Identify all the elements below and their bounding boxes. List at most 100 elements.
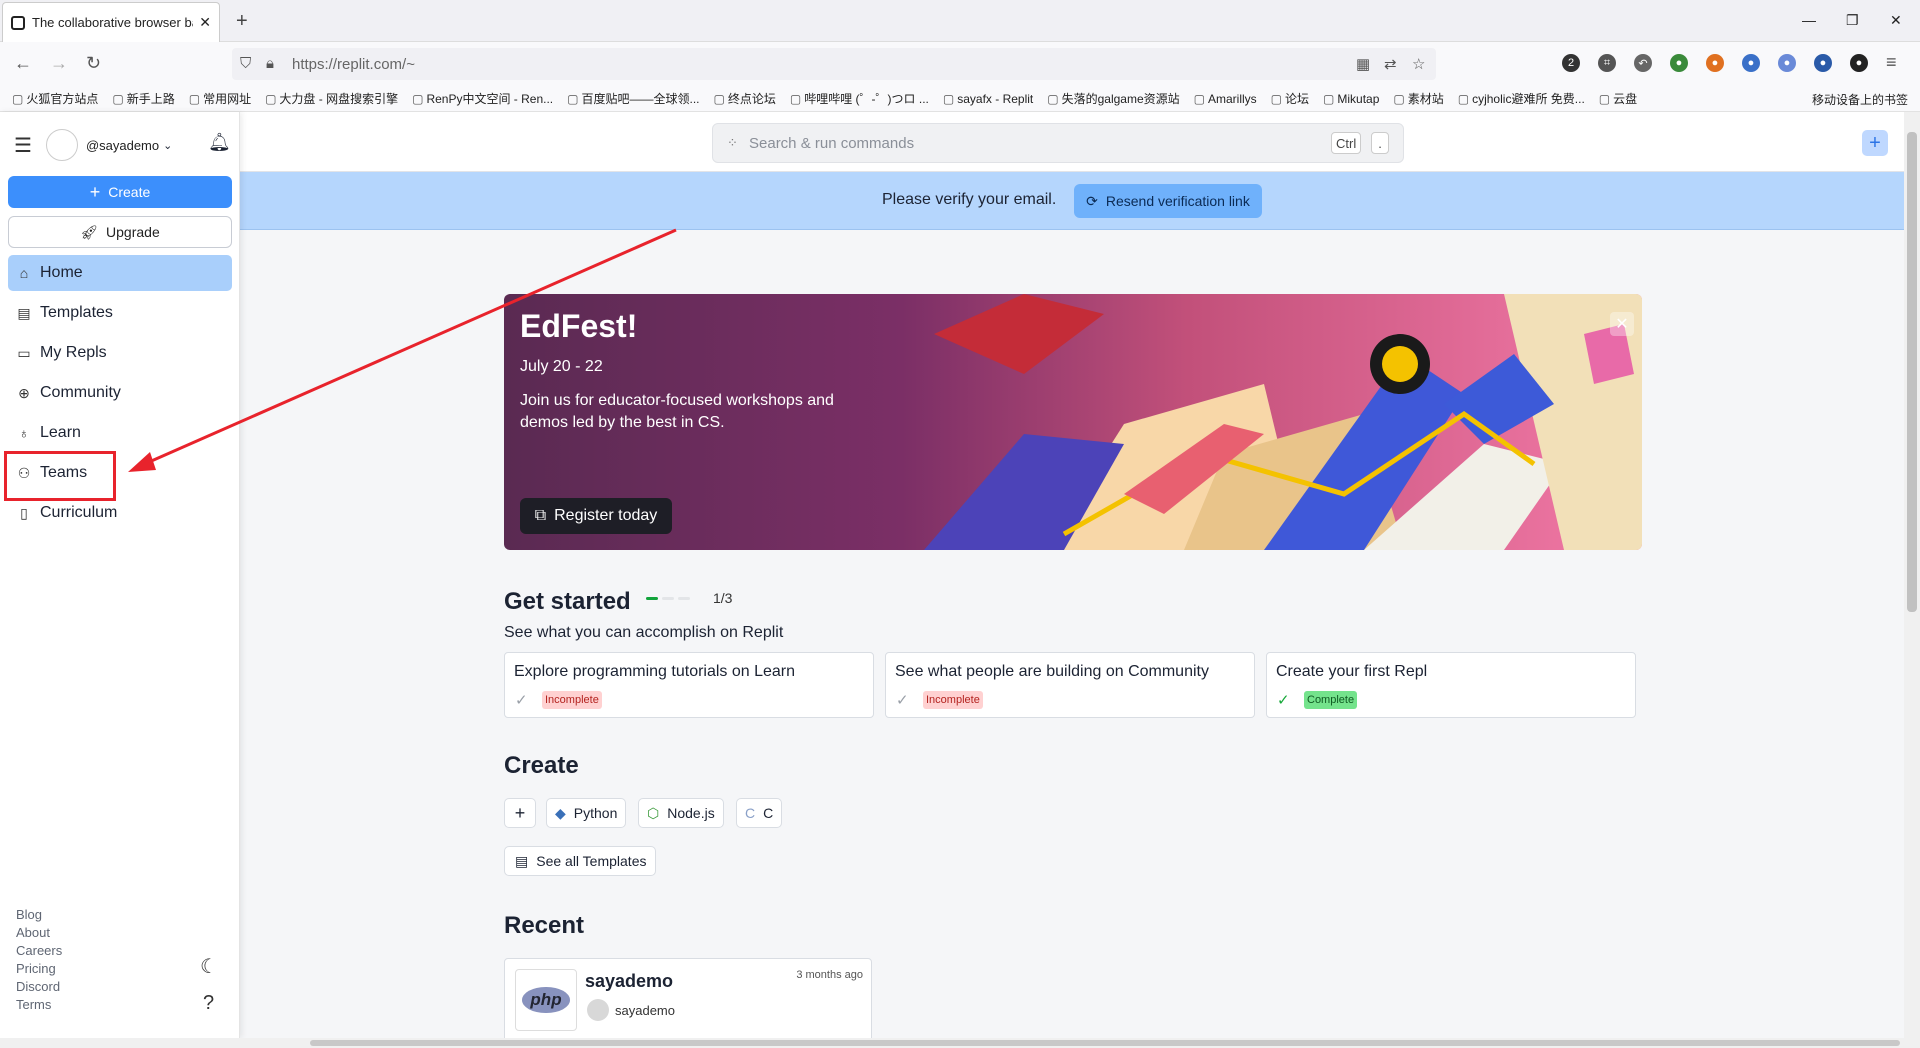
footer-link-about[interactable]: About	[16, 924, 62, 942]
task-card-learn[interactable]: Explore programming tutorials on Learn ✓…	[504, 652, 874, 718]
book-icon: ▯	[20, 504, 28, 521]
see-all-templates-button[interactable]: ▤ See all Templates	[504, 846, 656, 876]
extension-badge-icon[interactable]: 2	[1562, 54, 1580, 72]
scrollbar-thumb[interactable]	[1907, 132, 1917, 612]
extension-icon[interactable]: ●	[1706, 54, 1724, 72]
bookmark-icon: ▢	[265, 91, 277, 106]
edfest-banner[interactable]: EdFest! July 20 - 22 Join us for educato…	[504, 294, 1642, 550]
upgrade-label: Upgrade	[106, 224, 160, 240]
vertical-scrollbar[interactable]	[1904, 112, 1920, 1038]
lock-icon[interactable]: 🔒︎	[266, 55, 274, 72]
new-tab-icon[interactable]: +	[236, 10, 248, 33]
bookmark-item[interactable]: ▢ RenPy中文空间 - Ren...	[412, 90, 553, 107]
bookmark-item[interactable]: ▢ 百度贴吧——全球领...	[567, 90, 699, 107]
bell-icon[interactable]: 🔔︎	[208, 132, 231, 153]
shield-icon[interactable]: ⛉	[240, 55, 251, 72]
search-input[interactable]: ⁘ Search & run commands Ctrl .	[712, 123, 1404, 163]
bookmark-item[interactable]: ▢ 素材站	[1393, 90, 1443, 107]
bookmark-item[interactable]: ▢ 常用网址	[189, 90, 251, 107]
bookmark-item[interactable]: ▢ 云盘	[1599, 90, 1637, 107]
globe-icon: ⊕	[18, 384, 30, 401]
sidebar-item-label: Learn	[40, 424, 81, 441]
bookmark-label: Mikutap	[1337, 91, 1380, 106]
footer-link-pricing[interactable]: Pricing	[16, 960, 62, 978]
sidebar-item-templates[interactable]: ▤ Templates	[8, 295, 232, 331]
bookmark-label: 论坛	[1285, 92, 1310, 106]
kbd-dot: .	[1371, 132, 1389, 154]
sidebar-item-home[interactable]: ⌂ Home	[8, 255, 232, 291]
menu-icon[interactable]: ≡	[1886, 52, 1897, 73]
bookmark-icon: ▢	[1457, 91, 1470, 106]
bookmark-item[interactable]: ▢ 火狐官方站点	[12, 90, 98, 107]
hamburger-menu-icon[interactable]: ☰	[14, 133, 32, 158]
horizontal-scrollbar[interactable]	[0, 1038, 1920, 1048]
top-bar: ⁘ Search & run commands Ctrl . +	[240, 112, 1904, 172]
upgrade-button[interactable]: 🚀︎ Upgrade	[8, 216, 232, 248]
browser-tab[interactable]: The collaborative browser ba ✕	[2, 2, 220, 42]
home-icon: ⌂	[19, 265, 29, 281]
sidebar-item-label: Curriculum	[40, 504, 118, 521]
repl-time: 3 months ago	[796, 969, 863, 981]
back-icon[interactable]: ←	[14, 53, 32, 74]
plus-icon: +	[89, 181, 101, 202]
extension-icon[interactable]: ●	[1742, 54, 1760, 72]
new-repl-button[interactable]: +	[1862, 130, 1888, 156]
footer-link-blog[interactable]: Blog	[16, 906, 62, 924]
create-blank-button[interactable]: +	[504, 798, 536, 828]
bookmark-icon: ▢	[942, 91, 955, 106]
footer-link-careers[interactable]: Careers	[16, 942, 62, 960]
bookmark-item[interactable]: ▢ 哔哩哔哩 (゜-゜)つロ ...	[790, 90, 929, 107]
translate-icon[interactable]: ⇄	[1384, 55, 1397, 73]
bookmark-label: 哔哩哔哩 (゜-゜)つロ ...	[804, 92, 929, 106]
bookmark-item[interactable]: ▢ sayafx - Replit	[943, 92, 1033, 106]
bookmark-item[interactable]: ▢ Amarillys	[1194, 92, 1257, 106]
php-logo-text: php	[522, 987, 570, 1013]
reload-icon[interactable]: ↻	[86, 53, 101, 74]
close-window-icon[interactable]: ✕	[1890, 12, 1902, 29]
qr-icon[interactable]: ▦	[1356, 55, 1370, 73]
star-icon[interactable]: ☆	[1412, 55, 1425, 73]
bookmark-item[interactable]: ▢ 大力盘 - 网盘搜索引擎	[265, 90, 398, 107]
username[interactable]: @sayademo	[86, 138, 159, 153]
minimize-icon[interactable]: —	[1802, 12, 1816, 28]
footer-link-terms[interactable]: Terms	[16, 996, 62, 1014]
register-button[interactable]: ⧉ Register today	[520, 498, 672, 534]
create-button[interactable]: + Create	[8, 176, 232, 208]
bookmark-item[interactable]: ▢ 终点论坛	[714, 90, 776, 107]
undo-icon[interactable]: ↶	[1634, 54, 1652, 72]
help-icon[interactable]: ?	[203, 992, 214, 1015]
close-tab-icon[interactable]: ✕	[199, 14, 211, 31]
footer-link-discord[interactable]: Discord	[16, 978, 62, 996]
sidebar-item-community[interactable]: ⊕ Community	[8, 375, 232, 411]
bookmark-item[interactable]: ▢ 失落的galgame资源站	[1047, 90, 1179, 107]
mobile-bookmarks[interactable]: 移动设备上的书签	[1812, 91, 1908, 108]
c-template-chip[interactable]: CC	[736, 798, 783, 828]
extension-icon[interactable]: ●	[1778, 54, 1796, 72]
moon-icon[interactable]: ☾	[200, 954, 218, 979]
extension-icon[interactable]: ●	[1670, 54, 1688, 72]
close-banner-icon[interactable]: ✕	[1610, 312, 1634, 336]
nodejs-template-chip[interactable]: ⬡ Node.js	[638, 798, 724, 828]
sidebar-item-my-repls[interactable]: ▭ My Repls	[8, 335, 232, 371]
task-card-first-repl[interactable]: Create your first Repl ✓ Complete	[1266, 652, 1636, 718]
sidebar-item-label: My Repls	[40, 344, 107, 361]
crop-icon[interactable]: ⌗	[1598, 54, 1616, 72]
bookmark-icon: ▢	[1598, 91, 1611, 106]
task-card-community[interactable]: See what people are building on Communit…	[885, 652, 1255, 718]
forward-icon[interactable]: →	[50, 53, 68, 74]
scrollbar-thumb[interactable]	[310, 1040, 1900, 1046]
translate-extension-icon[interactable]: ●	[1814, 54, 1832, 72]
python-template-chip[interactable]: ◆ Python	[546, 798, 627, 828]
bookmark-item[interactable]: ▢ Mikutap	[1323, 92, 1379, 106]
restore-icon[interactable]: ❐	[1846, 12, 1859, 29]
bookmark-item[interactable]: ▢ cyjholic避难所 免费...	[1458, 90, 1585, 107]
chevron-down-icon[interactable]: ⌄	[163, 139, 172, 152]
address-bar[interactable]: https://replit.com/~	[232, 48, 1436, 80]
sidebar-item-learn[interactable]: ♁ Learn	[8, 415, 232, 451]
bookmark-item[interactable]: ▢ 新手上路	[112, 90, 174, 107]
recent-repl-card[interactable]: php sayademo 3 months ago sayademo	[504, 958, 872, 1038]
avatar[interactable]	[45, 129, 78, 161]
extension-icon[interactable]: ●	[1850, 54, 1868, 72]
resend-verification-button[interactable]: ⟳ Resend verification link	[1074, 184, 1262, 218]
bookmark-item[interactable]: ▢ 论坛	[1271, 90, 1309, 107]
